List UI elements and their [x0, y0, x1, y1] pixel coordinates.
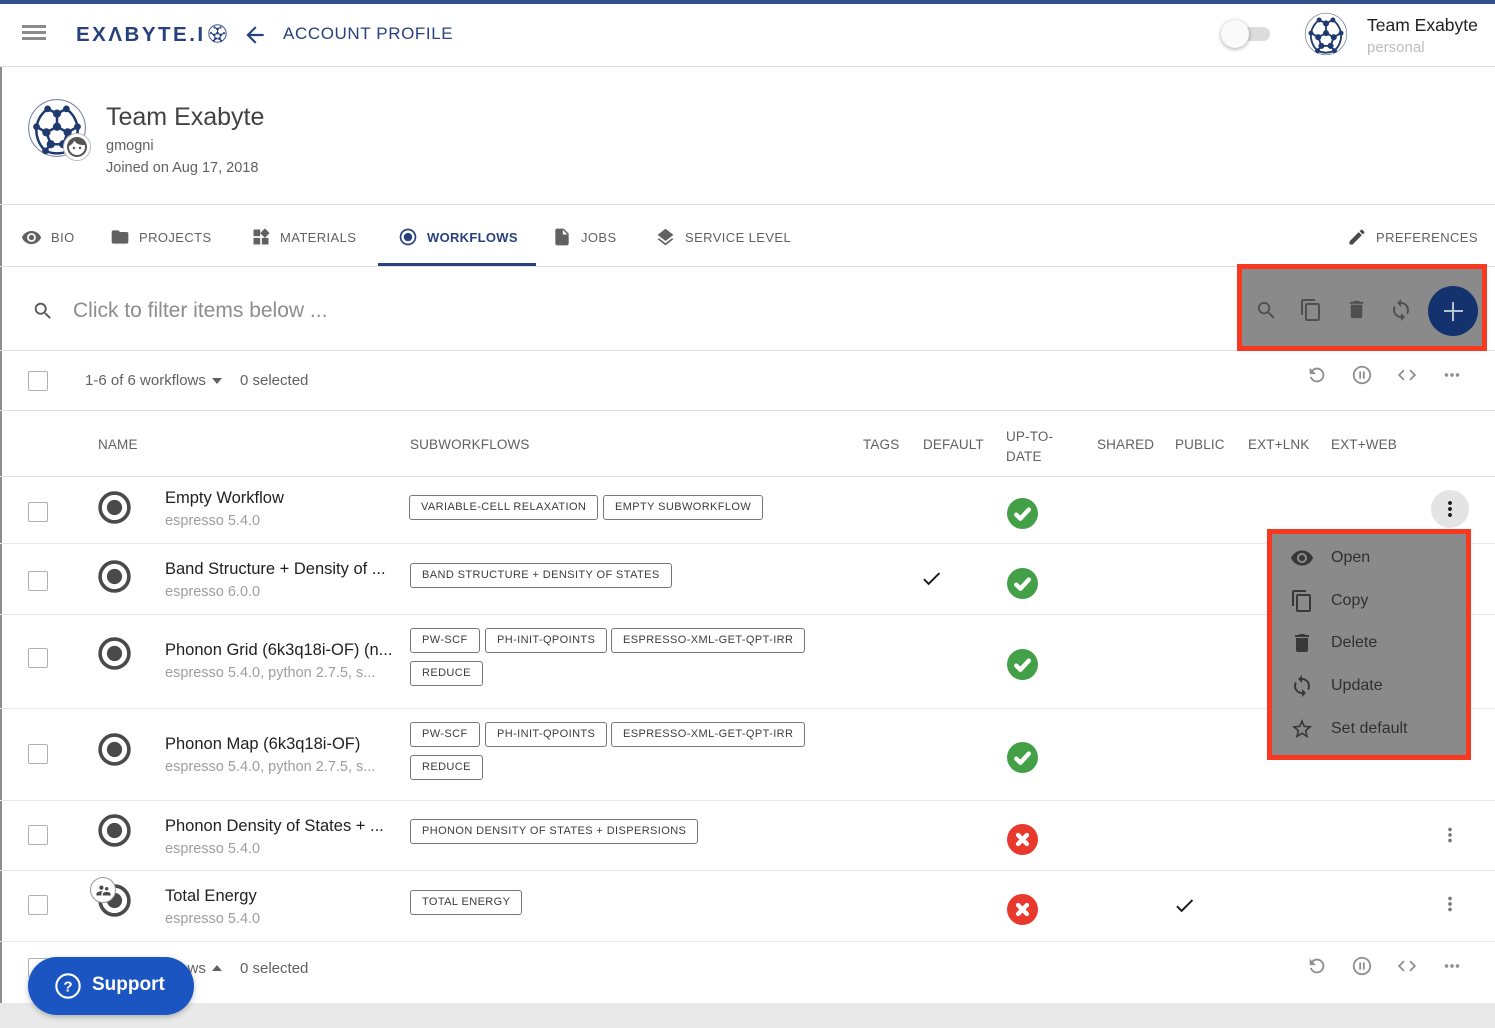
- svg-text:?: ?: [63, 978, 72, 995]
